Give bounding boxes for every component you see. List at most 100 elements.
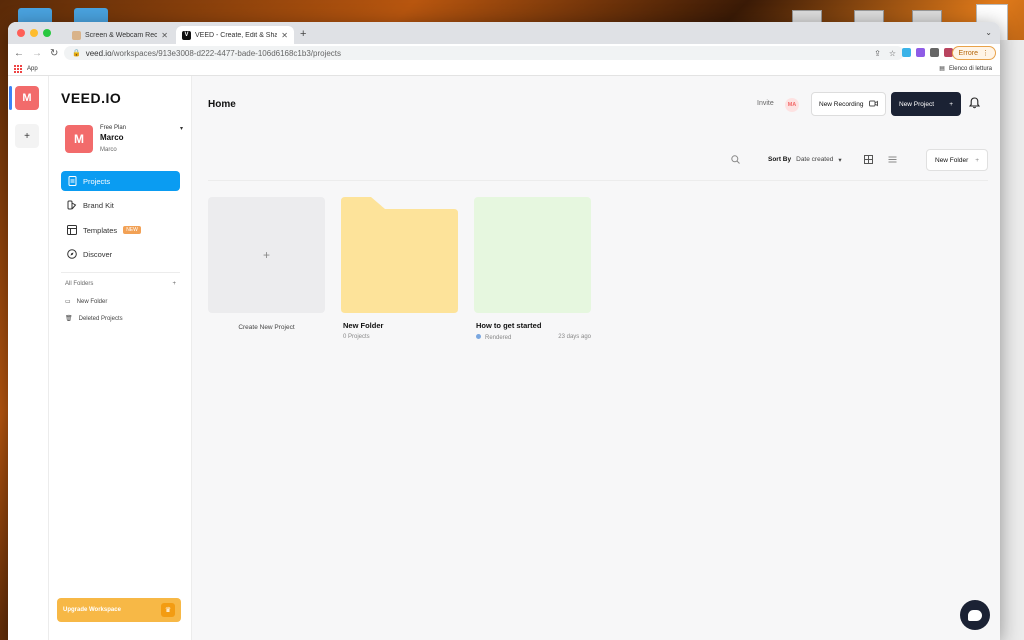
folders-header-label: All Folders <box>65 281 94 287</box>
upgrade-workspace-button[interactable]: Upgrade Workspace ♛ <box>57 598 181 622</box>
new-folder-label: New Folder <box>935 156 969 164</box>
sidebar-item-label: Discover <box>83 249 113 259</box>
page-title: Home <box>208 99 236 110</box>
divider <box>208 180 988 181</box>
create-project-thumbnail[interactable]: + <box>208 197 325 313</box>
extension-icon[interactable] <box>916 48 925 57</box>
more-vert-icon: ⋮ <box>982 50 989 57</box>
reload-icon[interactable]: ↻ <box>50 48 58 59</box>
error-label: Errore <box>958 49 978 57</box>
status-badge: Rendered <box>485 335 512 341</box>
new-tab-icon[interactable]: + <box>300 28 306 40</box>
folder-card[interactable]: New Folder 0 Projects <box>341 197 458 340</box>
address-bar[interactable]: 🔒 veed.io/workspaces/913e3008-d222-4477-… <box>64 46 904 60</box>
plus-icon: + <box>949 100 953 108</box>
browser-toolbar: ← → ↻ 🔒 veed.io/workspaces/913e3008-d222… <box>8 44 1000 62</box>
workspace-avatar[interactable]: M <box>15 86 39 110</box>
user-avatar[interactable]: MA <box>785 98 799 112</box>
folder-title: New Folder <box>343 321 384 330</box>
new-project-button[interactable]: New Project + <box>891 92 961 116</box>
caret-down-icon: ▾ <box>179 126 183 132</box>
close-window-button[interactable] <box>17 29 25 37</box>
project-thumbnail[interactable] <box>474 197 591 313</box>
new-recording-label: New Recording <box>819 100 864 108</box>
bookmarks-bar: App ▤ Elenco di lettura <box>8 62 1000 76</box>
close-tab-icon[interactable]: ✕ <box>281 31 288 40</box>
sidebar-item-discover[interactable]: Discover <box>61 244 180 264</box>
sort-value: Date created <box>796 156 834 163</box>
lock-icon[interactable]: 🔒 <box>72 49 81 57</box>
new-recording-button[interactable]: New Recording <box>811 92 886 116</box>
add-folder-icon[interactable]: + <box>172 281 176 287</box>
bookmark-app[interactable]: App <box>27 66 38 72</box>
upgrade-label: Upgrade Workspace <box>63 607 121 613</box>
sidebar-item-label: Projects <box>83 176 111 186</box>
list-view-icon[interactable] <box>888 155 897 166</box>
recorder-favicon-icon <box>72 30 81 40</box>
search-icon[interactable] <box>731 155 740 166</box>
sort-dropdown[interactable]: Sort By Date created ▾ <box>768 156 842 164</box>
sidebar-folder-deleted[interactable]: 🗑 Deleted Projects <box>65 315 123 323</box>
create-project-card[interactable]: + Create New Project <box>208 197 325 331</box>
minimize-window-button[interactable] <box>30 29 38 37</box>
apps-grid-icon[interactable] <box>14 64 22 73</box>
sidebar: VEED.IO M Free Plan Marco Marco ▾ Projec… <box>49 76 192 640</box>
compass-icon <box>67 249 77 259</box>
chat-bubble-button[interactable] <box>960 600 990 630</box>
new-project-label: New Project <box>899 100 935 108</box>
puzzle-icon[interactable] <box>930 48 939 57</box>
back-icon[interactable]: ← <box>14 48 24 59</box>
veed-app: M + VEED.IO M Free Plan Marco Marco ▾ Pr… <box>8 76 1000 640</box>
brand-kit-icon <box>67 200 77 210</box>
veed-logo[interactable]: VEED.IO <box>61 90 121 106</box>
account-name: Marco <box>100 133 124 142</box>
plan-label: Free Plan <box>100 125 127 131</box>
reading-list-label: Elenco di lettura <box>948 65 992 72</box>
folder-label: New Folder <box>76 298 108 305</box>
caret-down-icon: ▾ <box>838 157 842 164</box>
plus-icon: + <box>262 248 270 262</box>
add-workspace-button[interactable]: + <box>15 124 39 148</box>
project-title: How to get started <box>476 321 542 330</box>
sort-label: Sort By <box>768 156 792 163</box>
folder-count: 0 Projects <box>343 334 370 340</box>
invite-button[interactable]: Invite <box>757 100 774 107</box>
project-age: 23 days ago <box>558 334 591 340</box>
templates-icon <box>67 225 77 235</box>
new-folder-button[interactable]: New Folder + <box>926 149 988 171</box>
tab-screen-recorder[interactable]: Screen & Webcam Recorder - ✕ <box>66 26 174 44</box>
close-tab-icon[interactable]: ✕ <box>161 31 168 40</box>
tab-title: VEED - Create, Edit & Share V <box>195 31 278 39</box>
sidebar-item-projects[interactable]: Projects <box>61 171 180 191</box>
folder-icon: ▭ <box>65 299 71 305</box>
create-project-label: Create New Project <box>238 324 295 331</box>
chat-icon <box>968 609 982 621</box>
sidebar-item-brand-kit[interactable]: Brand Kit <box>61 195 180 215</box>
account-switcher[interactable]: M Free Plan Marco Marco ▾ <box>65 125 183 157</box>
camera-icon <box>869 100 878 109</box>
chevron-down-icon[interactable]: ⌄ <box>985 28 992 37</box>
bookmark-star-icon[interactable]: ☆ <box>889 49 896 58</box>
background-window <box>998 40 1024 640</box>
tab-bar: Screen & Webcam Recorder - ✕ V VEED - Cr… <box>8 22 1000 44</box>
tab-veed[interactable]: V VEED - Create, Edit & Share V ✕ <box>176 26 294 44</box>
browser-error-button[interactable]: Errore ⋮ <box>951 46 996 60</box>
browser-window: Screen & Webcam Recorder - ✕ V VEED - Cr… <box>8 22 1000 640</box>
divider <box>61 272 180 273</box>
maximize-window-button[interactable] <box>43 29 51 37</box>
reading-list-button[interactable]: ▤ Elenco di lettura <box>939 65 992 73</box>
notification-bell-icon[interactable] <box>968 97 981 112</box>
folder-thumbnail-icon[interactable] <box>341 197 458 313</box>
share-icon[interactable]: ⇪ <box>874 49 881 58</box>
reading-list-icon: ▤ <box>939 66 945 72</box>
extension-icon[interactable] <box>902 48 911 57</box>
forward-icon[interactable]: → <box>32 48 42 59</box>
sidebar-folder-new-folder[interactable]: ▭ New Folder <box>65 298 108 306</box>
folder-meta: 0 Projects <box>341 334 458 340</box>
tab-title: Screen & Webcam Recorder - <box>85 31 158 39</box>
sidebar-item-templates[interactable]: Templates NEW <box>61 220 180 240</box>
main-content: Home Invite MA New Recording New Project… <box>192 76 1000 640</box>
project-card[interactable]: How to get started Rendered 23 days ago <box>474 197 591 341</box>
grid-view-icon[interactable] <box>864 155 873 166</box>
url-domain: veed.io <box>85 48 112 58</box>
